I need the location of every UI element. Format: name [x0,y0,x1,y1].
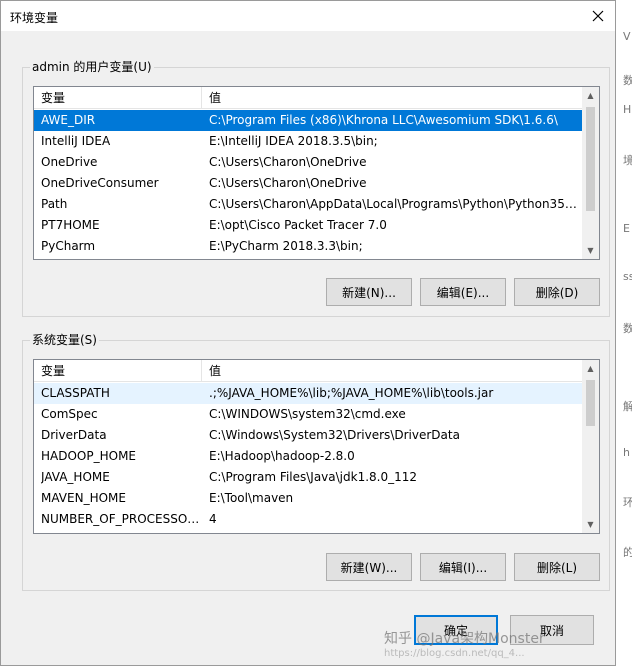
table-row[interactable]: CLASSPATH .;%JAVA_HOME%\lib;%JAVA_HOME%\l… [34,383,582,404]
background-text: h [623,446,630,459]
column-header-variable[interactable]: 变量 [34,360,201,382]
close-icon [592,10,604,22]
table-row[interactable]: OneDrive C:\Users\Charon\OneDrive [34,152,582,173]
watermark-text: 知乎 @Java架构Monster [384,631,545,647]
variable-value: E:\Hadoop\hadoop-2.8.0 [209,449,355,463]
system-variables-list[interactable]: 变量 值 CLASSPATH .;%JAVA_HOME%\lib;%JAVA_HO… [33,359,600,534]
variable-value: C:\Users\Charon\OneDrive [209,176,367,190]
variable-value: C:\Users\Charon\AppData\Local\Programs\P… [209,197,577,211]
variable-value: E:\IntelliJ IDEA 2018.3.5\bin; [209,134,378,148]
scroll-up-icon[interactable]: ▲ [582,87,599,104]
table-row[interactable]: JAVA_HOME C:\Program Files\Java\jdk1.8.0_… [34,467,582,488]
column-header-variable[interactable]: 变量 [34,87,201,109]
column-header-value[interactable]: 值 [201,87,581,109]
background-text: 数 [623,322,632,335]
system-edit-button[interactable]: 编辑(I)... [420,553,506,581]
variable-value: E:\opt\Cisco Packet Tracer 7.0 [209,218,387,232]
variable-value: C:\Program Files\Java\jdk1.8.0_112 [209,470,418,484]
variable-name: IntelliJ IDEA [41,134,111,148]
background-text: 解 [623,400,632,413]
table-row[interactable]: Path C:\Users\Charon\AppData\Local\Progra… [34,194,582,215]
user-variables-group: admin 的用户变量(U) 变量 值 AWE_DIR C:\Program Fi… [22,59,610,317]
background-text: 数 [623,74,632,87]
user-variables-label: admin 的用户变量(U) [30,59,154,75]
vertical-scrollbar[interactable]: ▲ ▼ [582,87,599,259]
list-header: 变量 值 [34,360,599,382]
variable-value: E:\PyCharm 2018.3.3\bin; [209,239,363,253]
variable-value: C:\WINDOWS\system32\cmd.exe [209,407,406,421]
table-row[interactable]: NUMBER_OF_PROCESSORS 4 [34,509,582,530]
table-row[interactable]: HADOOP_HOME E:\Hadoop\hadoop-2.8.0 [34,446,582,467]
background-window: V 数 H 境 E ss 数 解 h 环 的 [614,0,632,666]
variable-name: DriverData [41,428,107,442]
window-title: 环境变量 [10,11,59,25]
table-row[interactable]: AWE_DIR C:\Program Files (x86)\Khrona LLC… [34,110,582,131]
table-row[interactable]: OneDriveConsumer C:\Users\Charon\OneDrive [34,173,582,194]
table-row[interactable]: ComSpec C:\WINDOWS\system32\cmd.exe [34,404,582,425]
list-header: 变量 值 [34,87,599,109]
user-delete-button[interactable]: 删除(D) [514,278,600,306]
variable-name: PyCharm [41,239,96,253]
variable-name: JAVA_HOME [41,470,110,484]
table-row[interactable]: DriverData C:\Windows\System32\Drivers\Dr… [34,425,582,446]
background-text: V [623,30,631,43]
variable-name: PT7HOME [41,218,100,232]
table-row[interactable]: MAVEN_HOME E:\Tool\maven [34,488,582,509]
table-row[interactable]: IntelliJ IDEA E:\IntelliJ IDEA 2018.3.5\b… [34,131,582,152]
close-button[interactable] [581,1,615,31]
variable-value: C:\Program Files (x86)\Khrona LLC\Awesom… [209,113,558,127]
scroll-down-icon[interactable]: ▼ [582,516,599,533]
variable-name: CLASSPATH [41,386,110,400]
system-new-button[interactable]: 新建(W)... [326,553,412,581]
variable-name: HADOOP_HOME [41,449,137,463]
scroll-up-icon[interactable]: ▲ [582,360,599,377]
environment-variables-dialog: 环境变量 admin 的用户变量(U) 变量 值 AWE_DIR C:\Progr… [0,0,616,666]
variable-name: OneDriveConsumer [41,176,159,190]
table-row[interactable]: PyCharm E:\PyCharm 2018.3.3\bin; [34,236,582,257]
background-text: H [623,103,632,116]
background-text: 境 [623,154,632,167]
scroll-thumb[interactable] [586,107,595,211]
background-text: E [623,222,630,235]
variable-value: 4 [209,512,217,526]
scroll-thumb[interactable] [586,380,595,426]
title-bar[interactable]: 环境变量 [1,1,615,31]
background-text: ss [623,270,632,283]
vertical-scrollbar[interactable]: ▲ ▼ [582,360,599,533]
user-edit-button[interactable]: 编辑(E)... [420,278,506,306]
list-rows: CLASSPATH .;%JAVA_HOME%\lib;%JAVA_HOME%\l… [34,383,582,530]
variable-value: C:\Users\Charon\OneDrive [209,155,367,169]
list-rows: AWE_DIR C:\Program Files (x86)\Khrona LLC… [34,110,582,257]
user-variables-list[interactable]: 变量 值 AWE_DIR C:\Program Files (x86)\Khron… [33,86,600,260]
background-text: 的 [623,546,632,559]
variable-value: C:\Windows\System32\Drivers\DriverData [209,428,460,442]
system-variables-label: 系统变量(S) [30,332,99,348]
variable-name: ComSpec [41,407,98,421]
variable-value: E:\Tool\maven [209,491,294,505]
table-row[interactable]: PT7HOME E:\opt\Cisco Packet Tracer 7.0 [34,215,582,236]
variable-name: MAVEN_HOME [41,491,126,505]
column-header-value[interactable]: 值 [201,360,581,382]
watermark-url: https://blog.csdn.net/qq_4... [384,648,525,659]
scroll-down-icon[interactable]: ▼ [582,242,599,259]
variable-name: Path [41,197,68,211]
system-variables-group: 系统变量(S) 变量 值 CLASSPATH .;%JAVA_HOME%\lib;… [22,332,610,591]
user-new-button[interactable]: 新建(N)... [326,278,412,306]
variable-name: OneDrive [41,155,98,169]
background-text: 环 [623,496,632,509]
variable-value: .;%JAVA_HOME%\lib;%JAVA_HOME%\lib\tools.… [209,386,494,400]
system-delete-button[interactable]: 删除(L) [514,553,600,581]
variable-name: NUMBER_OF_PROCESSORS [41,512,201,526]
variable-name: AWE_DIR [41,113,96,127]
